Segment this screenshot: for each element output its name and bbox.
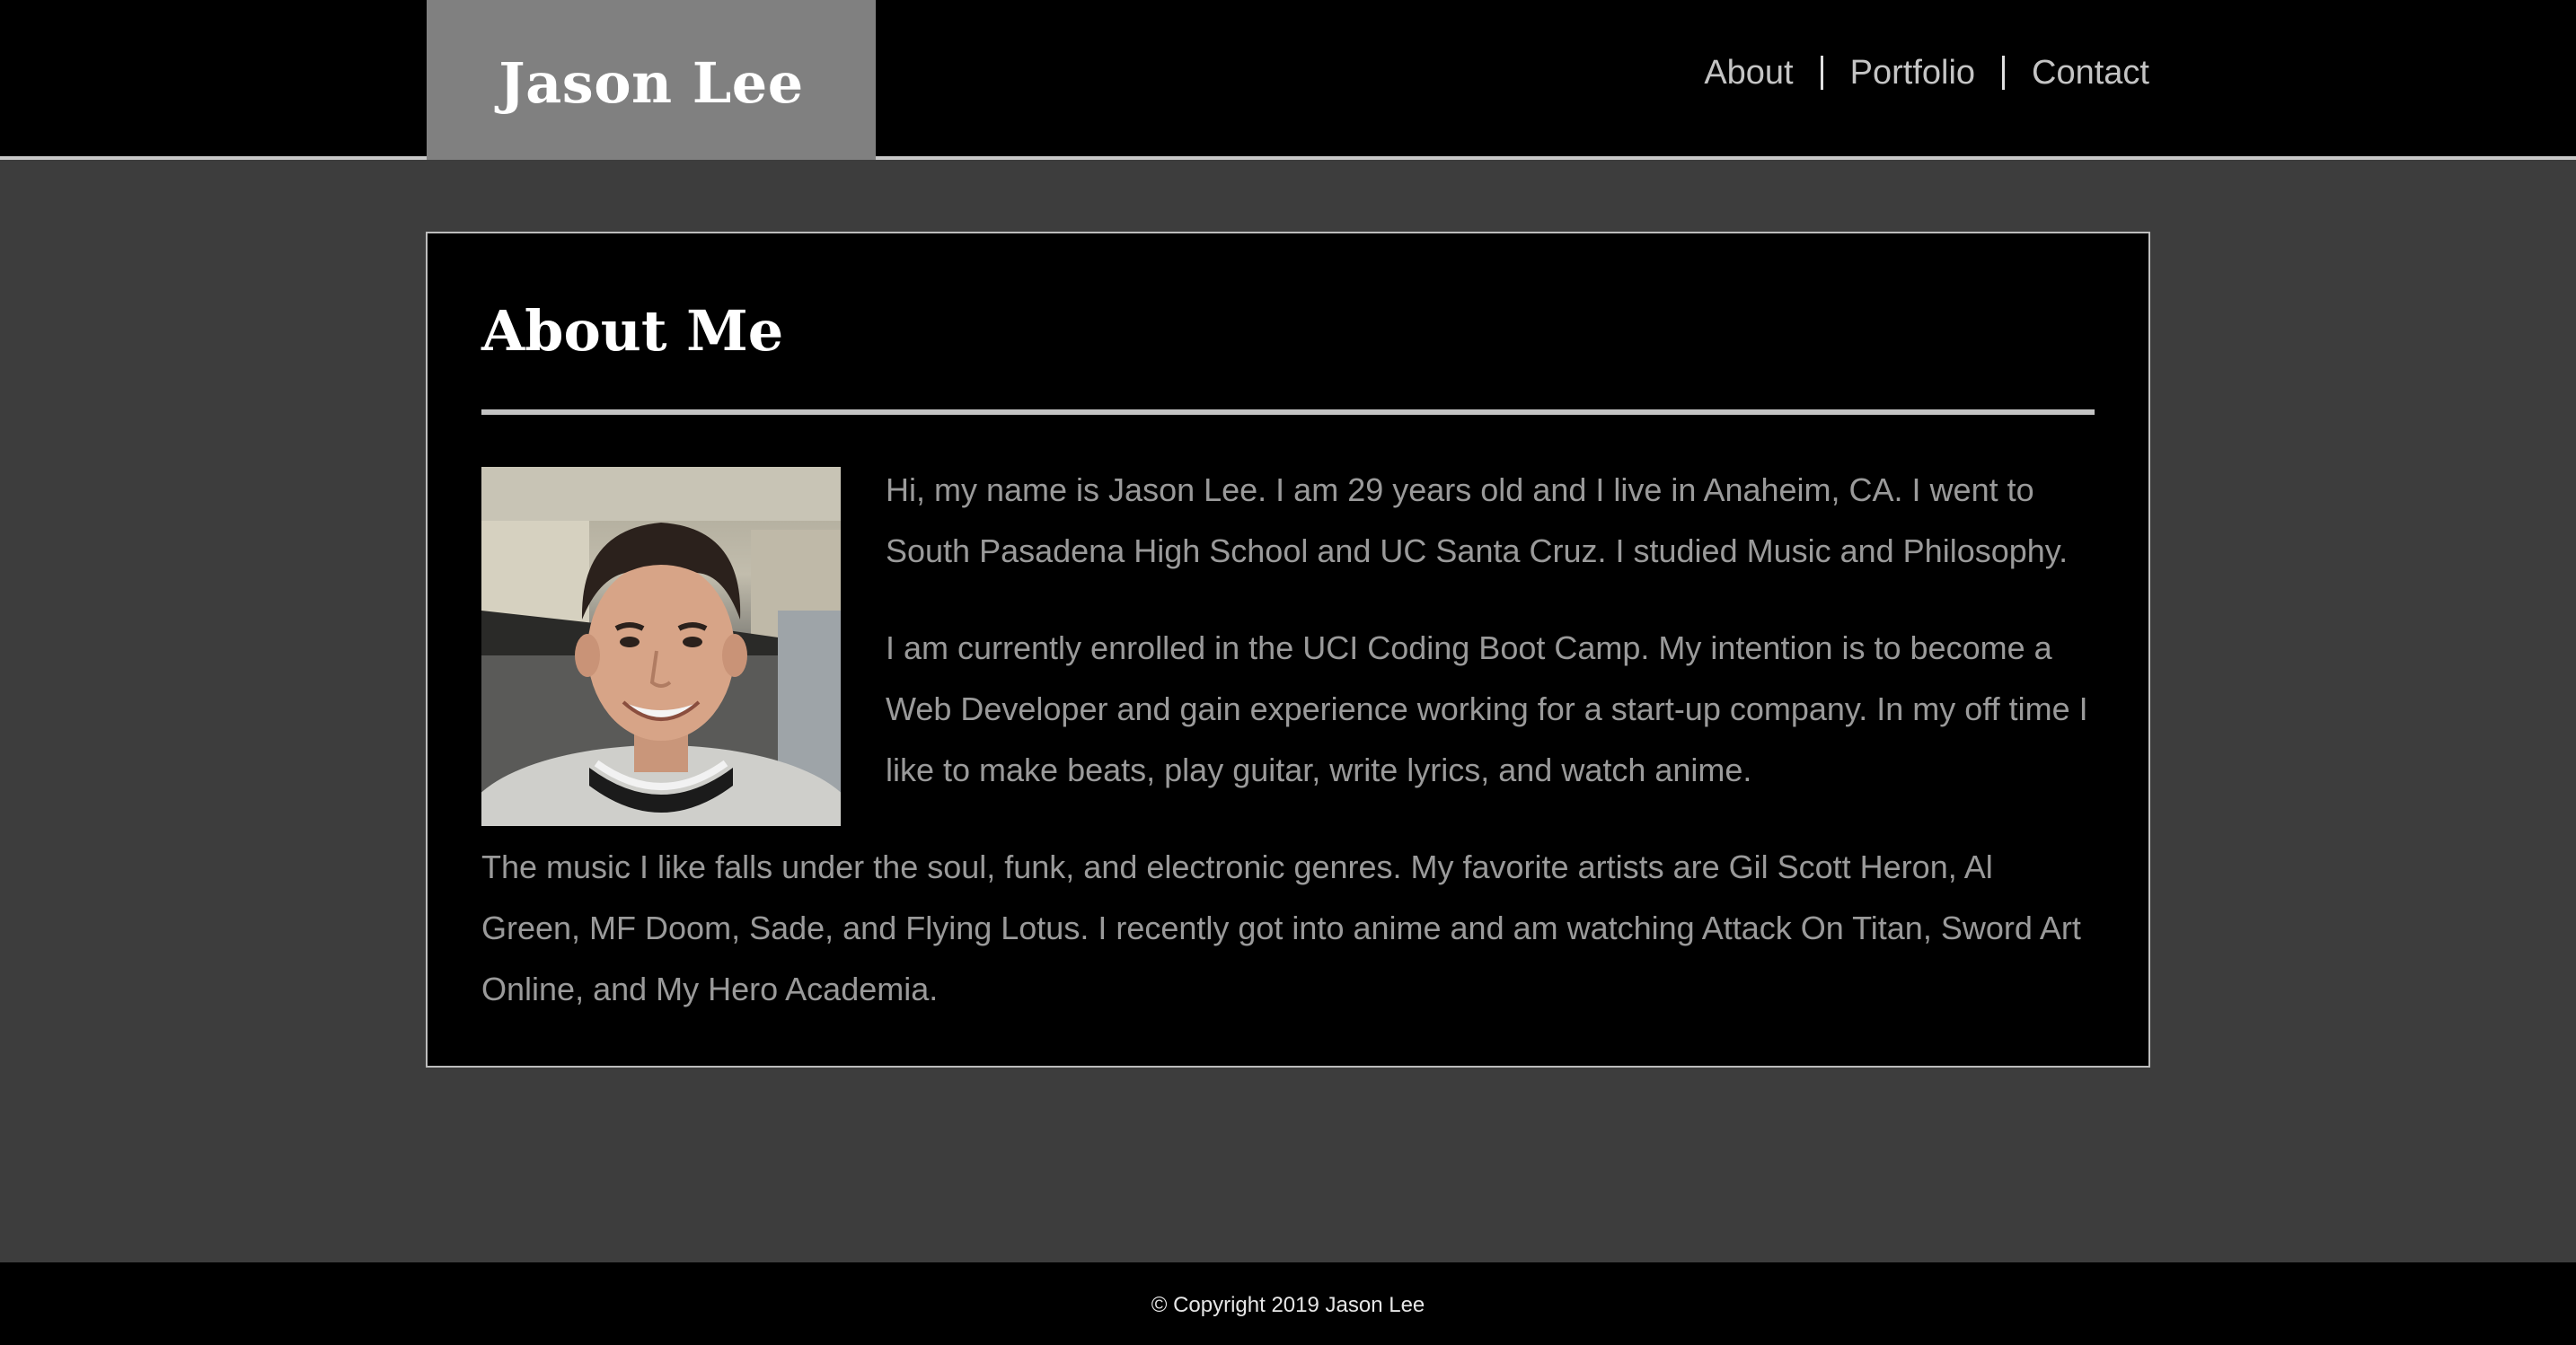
main-content: About Me Hi, my name is Jason Lee. I am … [0,163,2576,1262]
copyright-text: © Copyright 2019 Jason Lee [1151,1293,1425,1317]
about-body: Hi, my name is Jason Lee. I am 29 years … [481,460,2098,1020]
nav-link-about[interactable]: About [1677,52,1820,93]
brand-block[interactable]: Jason Lee [427,0,876,160]
about-paragraph-interests: The music I like falls under the soul, f… [481,848,2081,1007]
site-footer: © Copyright 2019 Jason Lee [0,1262,2576,1345]
site-header: Jason Lee About Portfolio Contact [0,0,2576,160]
portrait-image [481,467,841,826]
brand-name[interactable]: Jason Lee [498,50,803,116]
title-divider [481,409,2095,415]
main-nav: About Portfolio Contact [1677,52,2149,93]
nav-link-portfolio[interactable]: Portfolio [1823,52,2002,93]
profile-photo [481,467,841,826]
nav-link-contact[interactable]: Contact [2005,52,2149,93]
about-card: About Me Hi, my name is Jason Lee. I am … [426,232,2150,1068]
about-title: About Me [481,298,784,364]
